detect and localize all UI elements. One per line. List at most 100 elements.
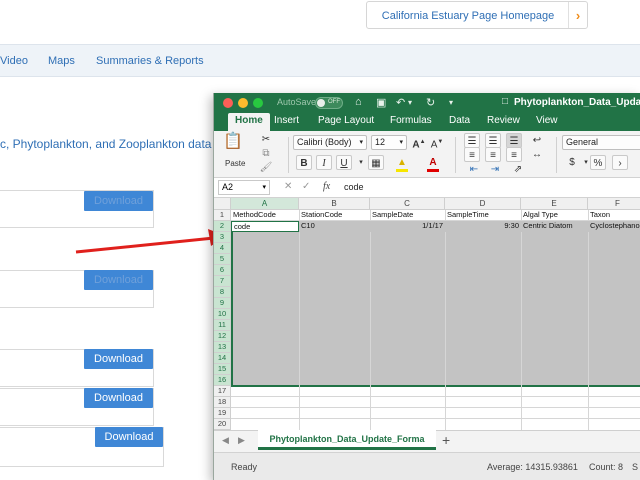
- italic-button[interactable]: I: [316, 155, 332, 170]
- font-color-icon[interactable]: A: [425, 155, 441, 170]
- insert-function-icon[interactable]: fx: [323, 181, 330, 192]
- font-name-value: Calibri (Body): [297, 137, 352, 147]
- decrease-indent-icon[interactable]: ⇤: [466, 162, 482, 177]
- row-header[interactable]: 4: [214, 243, 231, 254]
- save-icon[interactable]: ▣: [376, 96, 386, 109]
- column-header[interactable]: A: [231, 198, 299, 210]
- name-box[interactable]: A2 ▾: [218, 180, 270, 195]
- confirm-entry-icon[interactable]: ✓: [302, 181, 310, 192]
- wrap-text-icon[interactable]: ↩: [529, 133, 545, 148]
- align-bottom-icon[interactable]: ☰: [506, 133, 522, 148]
- tab-review[interactable]: Review: [487, 115, 520, 126]
- align-top-icon[interactable]: ☰: [464, 133, 480, 148]
- tab-data[interactable]: Data: [449, 115, 470, 126]
- align-center-icon[interactable]: ≡: [485, 147, 501, 162]
- tab-formulas[interactable]: Formulas: [390, 115, 432, 126]
- tab-page-layout[interactable]: Page Layout: [318, 115, 374, 126]
- number-format-select[interactable]: General: [562, 135, 640, 150]
- spreadsheet-grid[interactable]: A B C D E F 1 2 3 4 5 6 7 8 9 10 11 12 1…: [214, 198, 640, 430]
- row-header[interactable]: 14: [214, 353, 231, 364]
- row-header[interactable]: 20: [214, 419, 231, 430]
- cell-a2-active[interactable]: code: [231, 221, 299, 232]
- tab-view[interactable]: View: [536, 115, 558, 126]
- row-header[interactable]: 15: [214, 364, 231, 375]
- cut-icon[interactable]: ✂: [258, 132, 274, 147]
- row-header[interactable]: 18: [214, 397, 231, 408]
- autosave-toggle[interactable]: OFF: [315, 97, 343, 109]
- column-header[interactable]: C: [370, 198, 445, 210]
- decrease-font-size-icon[interactable]: A▼: [429, 135, 445, 150]
- row-header[interactable]: 2: [214, 221, 231, 232]
- font-size-select[interactable]: 12 ▾: [371, 135, 407, 150]
- row-header[interactable]: 9: [214, 298, 231, 309]
- align-middle-icon[interactable]: ☰: [485, 133, 501, 148]
- maximize-window-icon[interactable]: [253, 98, 263, 108]
- column-header[interactable]: E: [521, 198, 588, 210]
- sheet-tab-active[interactable]: Phytoplankton_Data_Update_Forma: [258, 430, 436, 450]
- format-painter-icon[interactable]: 🖌: [258, 160, 274, 175]
- borders-icon[interactable]: ▦: [368, 155, 384, 170]
- underline-button[interactable]: U: [336, 155, 352, 170]
- increase-indent-icon[interactable]: ⇥: [487, 162, 503, 177]
- underline-dropdown-icon[interactable]: ▾: [353, 155, 369, 170]
- tab-insert[interactable]: Insert: [274, 115, 299, 126]
- home-icon[interactable]: ⌂: [355, 96, 362, 108]
- document-icon: □: [502, 96, 509, 107]
- merge-center-icon[interactable]: ↔: [529, 147, 545, 162]
- cell-a1[interactable]: MethodCode: [231, 210, 299, 221]
- column-header[interactable]: B: [299, 198, 370, 210]
- cell-e2[interactable]: Centric Diatom: [521, 221, 588, 232]
- customize-toolbar-icon[interactable]: ▾: [449, 98, 453, 107]
- row-header[interactable]: 8: [214, 287, 231, 298]
- cell-c2[interactable]: 1/1/17: [370, 221, 445, 232]
- cell-d2[interactable]: 9:30: [445, 221, 521, 232]
- minimize-window-icon[interactable]: [238, 98, 248, 108]
- row-header[interactable]: 19: [214, 408, 231, 419]
- add-sheet-icon[interactable]: +: [442, 432, 450, 448]
- fill-color-icon[interactable]: ▲: [394, 155, 410, 170]
- formula-value[interactable]: code: [344, 182, 364, 192]
- cell-f2[interactable]: Cyclostephanos: [588, 221, 640, 232]
- close-window-icon[interactable]: [223, 98, 233, 108]
- comma-format-icon[interactable]: ›: [612, 155, 628, 170]
- row-header[interactable]: 16: [214, 375, 231, 386]
- cell-f1[interactable]: Taxon: [588, 210, 640, 221]
- row-header[interactable]: 6: [214, 265, 231, 276]
- column-header[interactable]: D: [445, 198, 521, 210]
- scroll-sheets-right-icon[interactable]: ▶: [238, 435, 245, 446]
- row-header[interactable]: 11: [214, 320, 231, 331]
- row-header[interactable]: 1: [214, 210, 231, 221]
- cancel-entry-icon[interactable]: ✕: [284, 181, 292, 192]
- row-header[interactable]: 5: [214, 254, 231, 265]
- percent-format-icon[interactable]: %: [590, 155, 606, 170]
- redo-icon[interactable]: ↻: [426, 96, 435, 109]
- undo-dropdown-icon[interactable]: ▾: [408, 98, 412, 107]
- status-count: Count: 8: [589, 462, 624, 472]
- paste-icon[interactable]: 📋: [222, 134, 244, 156]
- column-header[interactable]: F: [588, 198, 640, 210]
- increase-font-size-icon[interactable]: A▲: [411, 135, 427, 150]
- bold-button[interactable]: B: [296, 155, 312, 170]
- cell-b1[interactable]: StationCode: [299, 210, 370, 221]
- row-header[interactable]: 7: [214, 276, 231, 287]
- align-left-icon[interactable]: ≡: [464, 147, 480, 162]
- row-header[interactable]: 13: [214, 342, 231, 353]
- align-right-icon[interactable]: ≡: [506, 147, 522, 162]
- document-title: Phytoplankton_Data_Update: [514, 97, 640, 108]
- select-all-corner[interactable]: [214, 198, 231, 210]
- row-header[interactable]: 3: [214, 232, 231, 243]
- orientation-icon[interactable]: ⇗: [510, 162, 526, 177]
- font-name-select[interactable]: Calibri (Body) ▾: [293, 135, 367, 150]
- tab-home[interactable]: Home: [228, 113, 270, 131]
- cell-e1[interactable]: Algal Type: [521, 210, 588, 221]
- row-header[interactable]: 17: [214, 386, 231, 397]
- cell-b2[interactable]: C10: [299, 221, 370, 232]
- scroll-sheets-left-icon[interactable]: ◀: [222, 435, 229, 446]
- copy-icon[interactable]: ⧉: [258, 146, 274, 161]
- cell-c1[interactable]: SampleDate: [370, 210, 445, 221]
- name-box-value: A2: [222, 182, 234, 192]
- cell-d1[interactable]: SampleTime: [445, 210, 521, 221]
- undo-icon[interactable]: ↶: [396, 96, 405, 109]
- row-header[interactable]: 10: [214, 309, 231, 320]
- row-header[interactable]: 12: [214, 331, 231, 342]
